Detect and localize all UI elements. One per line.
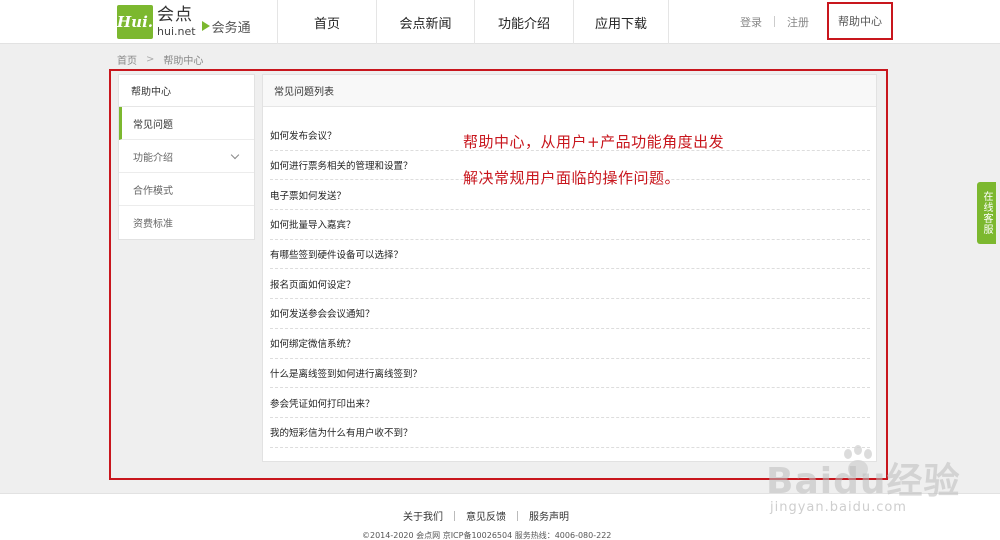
logo-subtitle: 会务通 xyxy=(201,17,251,36)
nav-item-news[interactable]: 会点新闻 xyxy=(376,0,474,44)
footer-divider xyxy=(454,510,455,521)
logo-domain: hui.net xyxy=(157,25,196,38)
watermark-url: jingyan.baidu.com xyxy=(770,500,907,515)
logo-text: 会点 hui.net xyxy=(157,5,196,38)
online-service-tab[interactable]: 在线客服 xyxy=(977,182,996,244)
baidu-watermark: Baidu经验 jingyan.baidu.com xyxy=(760,438,1000,540)
help-sidebar: 帮助中心 常见问题 功能介绍 合作模式 资费标准 xyxy=(118,74,255,240)
help-center-link[interactable]: 帮助中心 xyxy=(827,2,893,40)
logo-subtitle-text: 会务通 xyxy=(211,20,251,36)
faq-item[interactable]: 参会凭证如何打印出来？ xyxy=(270,388,870,418)
main-nav: 首页 会点新闻 功能介绍 应用下载 xyxy=(277,0,669,44)
footer-divider xyxy=(517,510,518,521)
breadcrumb-current: 帮助中心 xyxy=(163,56,204,67)
chevron-down-icon xyxy=(230,150,240,160)
login-link[interactable]: 登录 xyxy=(740,0,762,44)
faq-item[interactable]: 如何发送参会会议通知？ xyxy=(270,299,870,329)
faq-item[interactable]: 如何批量导入嘉宾？ xyxy=(270,210,870,240)
sidebar-item-features[interactable]: 功能介绍 xyxy=(119,140,254,173)
nav-item-home[interactable]: 首页 xyxy=(277,0,376,44)
nav-item-download[interactable]: 应用下载 xyxy=(573,0,669,44)
nav-item-features[interactable]: 功能介绍 xyxy=(474,0,573,44)
annotation-line-1: 帮助中心，从用户+产品功能角度出发 xyxy=(463,133,725,151)
footer-link-terms[interactable]: 服务声明 xyxy=(529,508,569,523)
breadcrumb-home[interactable]: 首页 xyxy=(117,52,137,67)
sidebar-item-label: 合作模式 xyxy=(133,185,173,197)
panel-title: 常见问题列表 xyxy=(263,75,876,107)
faq-item[interactable]: 报名页面如何设定？ xyxy=(270,269,870,300)
top-header: Hui. 会点 hui.net 会务通 首页 会点新闻 功能介绍 应用下载 登录… xyxy=(0,0,1000,44)
sidebar-item-label: 常见问题 xyxy=(133,119,173,131)
footer-copyright: ©2014-2020 会点网 京ICP备10026504 服务热线：4006-0… xyxy=(362,531,612,540)
flag-icon xyxy=(201,21,210,31)
faq-item[interactable]: 什么是离线签到如何进行离线签到？ xyxy=(270,359,870,389)
faq-item[interactable]: 有哪些签到硬件设备可以选择？ xyxy=(270,240,870,270)
sidebar-item-label: 资费标准 xyxy=(133,219,173,230)
sidebar-item-faq[interactable]: 常见问题 xyxy=(119,107,254,140)
sidebar-item-pricing[interactable]: 资费标准 xyxy=(119,206,254,239)
footer-link-about[interactable]: 关于我们 xyxy=(403,508,443,523)
logo-name: 会点 xyxy=(157,5,193,25)
sidebar-item-cooperation[interactable]: 合作模式 xyxy=(119,173,254,206)
watermark-text: Baidu经验 xyxy=(766,461,961,502)
sidebar-item-label: 功能介绍 xyxy=(133,152,173,164)
footer-link-feedback[interactable]: 意见反馈 xyxy=(466,508,506,523)
faq-item[interactable]: 如何绑定微信系统？ xyxy=(270,329,870,359)
site-logo[interactable]: Hui. 会点 hui.net 会务通 xyxy=(117,5,251,39)
breadcrumb-separator: > xyxy=(146,54,155,65)
breadcrumb: 首页 > 帮助中心 xyxy=(117,52,203,67)
sidebar-title: 帮助中心 xyxy=(119,75,254,107)
util-divider xyxy=(774,16,775,27)
logo-badge: Hui. xyxy=(117,5,153,39)
register-link[interactable]: 注册 xyxy=(787,0,809,44)
annotation-line-2: 解决常规用户面临的操作问题。 xyxy=(463,169,681,187)
footer-links: 关于我们 意见反馈 服务声明 xyxy=(403,508,569,523)
